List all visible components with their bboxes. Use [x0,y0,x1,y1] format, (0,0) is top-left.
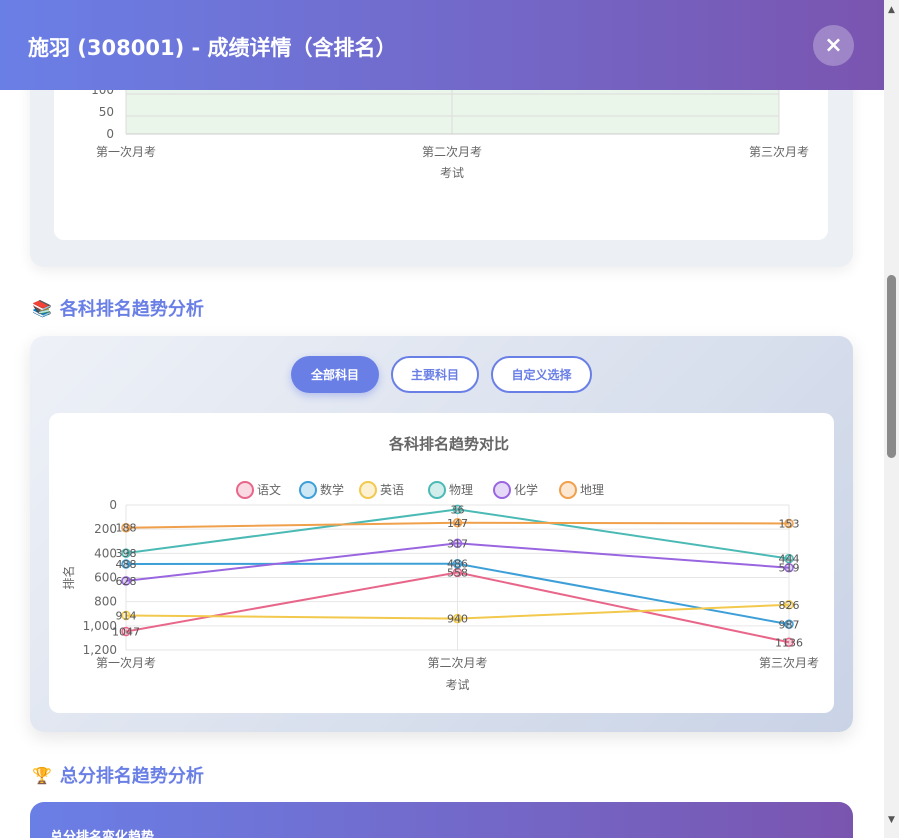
legend-label: 语文 [257,482,281,497]
data-label: 987 [779,618,800,631]
x-axis-title: 考试 [445,677,469,692]
top-ytick: 0 [106,127,114,141]
top-xtick: 第二次月考 [422,145,482,159]
books-icon: 📚 [32,298,52,318]
subject-rank-chart: 各科排名趋势对比 语文 数学 英语 物理 化学 地理 02004006008001,000… [61,435,819,692]
legend-marker [359,481,377,499]
y-tick-label: 400 [94,546,117,560]
data-label: 826 [779,599,800,612]
legend-label: 化学 [514,482,538,497]
total-rank-panel-title: 总分排名变化趋势 [50,830,155,838]
scrollbar-thumb[interactable] [887,275,896,458]
top-xtick: 第三次月考 [749,145,809,159]
x-tick-label: 第二次月考 [427,656,487,670]
subject-section-title-text: 各科排名趋势分析 [59,299,204,320]
scrollbar[interactable]: ▲ ▼ [884,0,899,838]
total-section-title: 🏆 总分排名趋势分析 [32,762,204,788]
legend-marker [299,481,317,499]
subject-section-title: 📚 各科排名趋势分析 [32,295,204,321]
legend-label: 地理 [580,483,604,497]
top-x-axis-title: 考试 [440,165,464,180]
total-rank-panel: 总分排名变化趋势 [30,802,853,838]
data-label: 1136 [775,636,803,649]
legend-marker [236,481,254,499]
data-label: 147 [447,517,468,530]
legend-marker [493,481,511,499]
total-section-title-text: 总分排名趋势分析 [59,766,204,787]
data-label: 628 [116,575,137,588]
data-label: 188 [116,522,137,535]
filter-button-row: 全部科目 主要科目 自定义选择 [30,356,853,394]
data-label: 317 [447,537,468,550]
legend-label: 物理 [449,483,473,497]
close-icon: × [824,33,843,58]
data-label: 153 [779,517,800,530]
y-tick-label: 1,200 [83,643,117,657]
y-axis-title: 排名 [61,565,76,589]
data-label: 36 [451,503,465,516]
y-tick-label: 0 [109,498,117,512]
legend-label: 英语 [380,483,404,497]
legend-marker [559,481,577,499]
scroll-up-arrow-icon[interactable]: ▲ [884,2,899,18]
y-tick-label: 800 [94,595,117,609]
modal-header: 施羽 (308001) - 成绩详情（含排名） × [0,0,884,90]
custom-select-button[interactable]: 自定义选择 [491,356,592,393]
legend-label: 数学 [320,482,344,497]
data-label: 1047 [112,626,140,639]
all-subjects-button[interactable]: 全部科目 [291,356,379,393]
close-button[interactable]: × [813,25,854,66]
trophy-icon: 🏆 [32,765,52,785]
subject-rank-panel: 全部科目 主要科目 自定义选择 各科排名趋势对比 语文 数学 英语 物理 化学 地理 0 2… [30,336,853,732]
y-tick-label: 200 [94,522,117,536]
data-label: 914 [116,609,137,622]
scroll-down-arrow-icon[interactable]: ▼ [884,812,899,828]
x-tick-label: 第一次月考 [96,656,156,670]
top-ytick: 50 [99,105,114,119]
data-label: 486 [447,558,468,571]
main-subjects-button[interactable]: 主要科目 [391,356,479,393]
legend-marker [428,481,446,499]
score-detail-modal: 施羽 (308001) - 成绩详情（含排名） × 150 100 50 0 第… [0,0,884,838]
x-tick-label: 第三次月考 [759,656,819,670]
modal-body[interactable]: 150 100 50 0 第一次月考 第二次月考 第三次月考 考试 📚 各科排名… [0,49,884,838]
data-label: 398 [116,547,137,560]
chart-title: 各科排名趋势对比 [388,435,509,453]
data-label: 519 [779,562,800,575]
y-tick-label: 600 [94,571,117,585]
top-xtick: 第一次月考 [96,145,156,159]
modal-title: 施羽 (308001) - 成绩详情（含排名） [28,36,397,60]
subject-chart-card: 各科排名趋势对比 语文 数学 英语 物理 化学 地理 0 200 400 600 800 1,000… [49,413,834,713]
data-label: 940 [447,613,468,626]
